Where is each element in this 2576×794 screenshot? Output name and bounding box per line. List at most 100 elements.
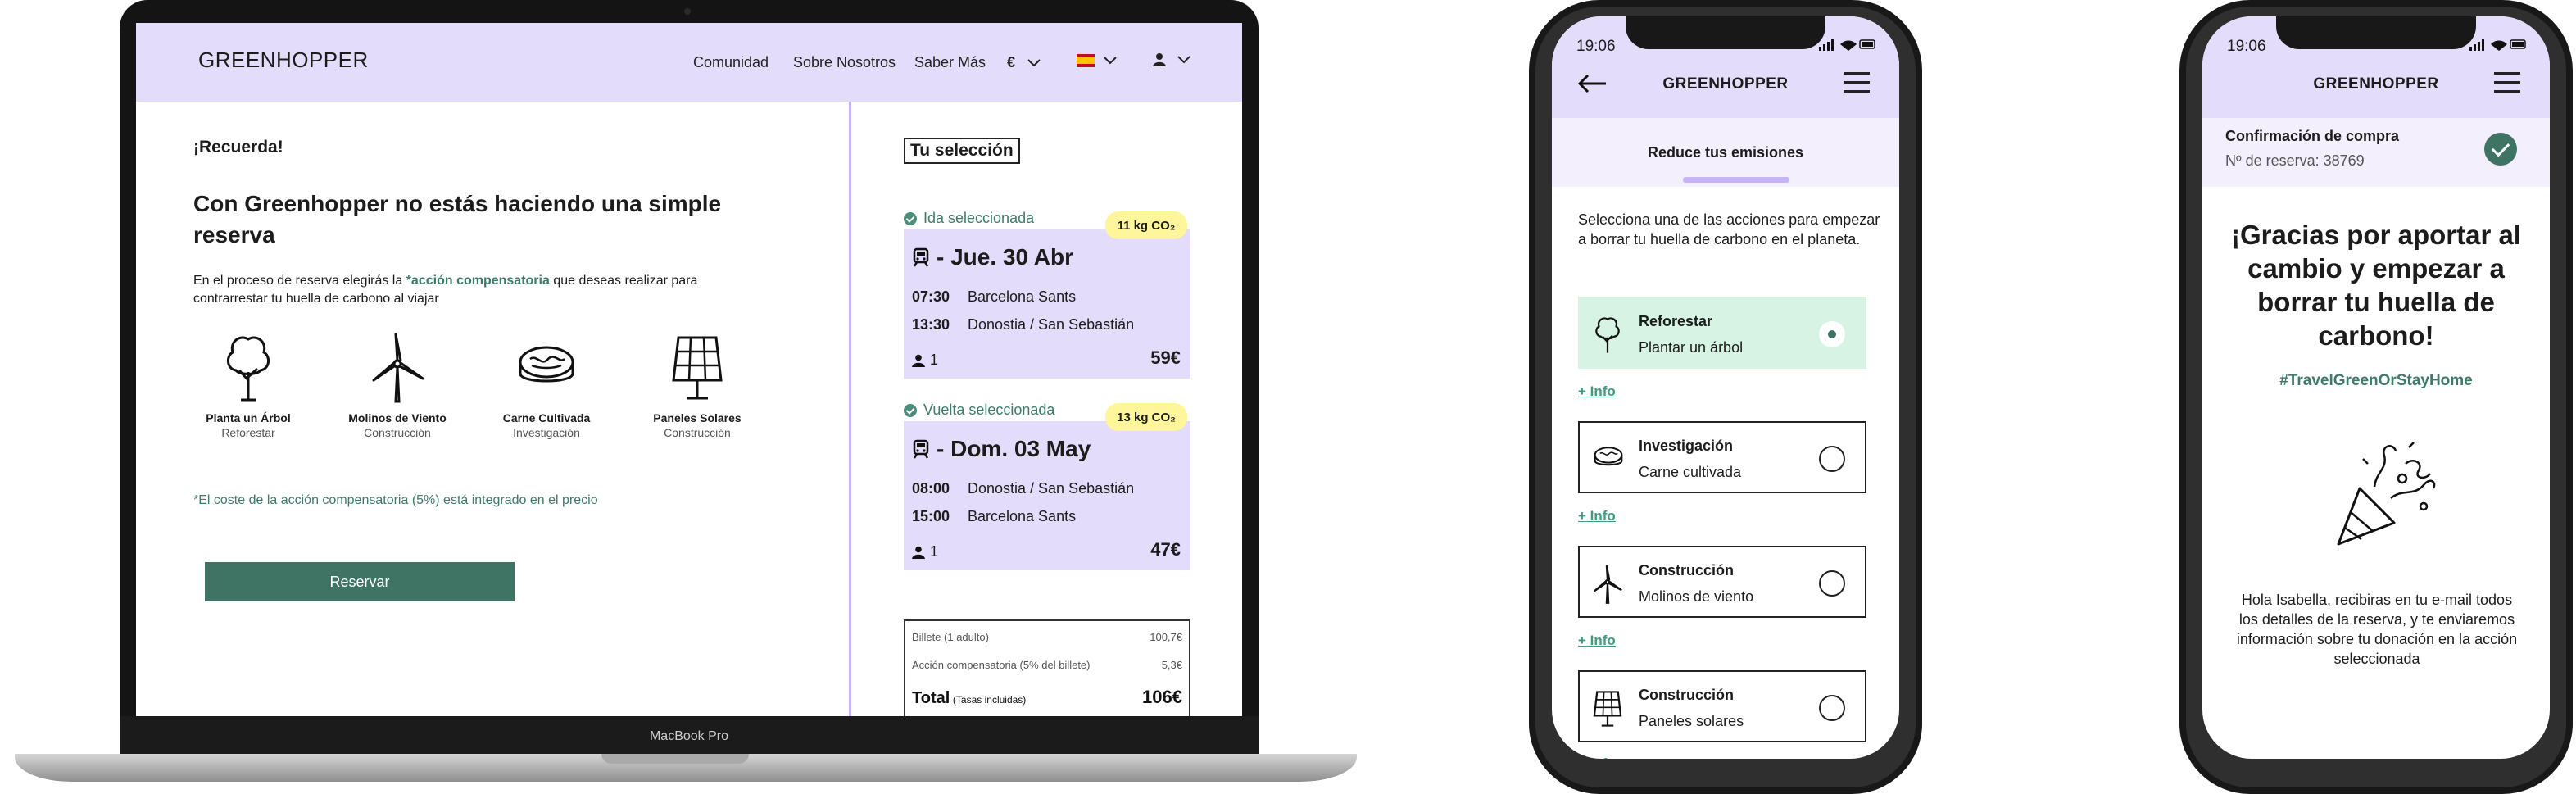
phone-screen-1: 19:06 GREENHOPPER Reduce tus emisiones S… (1552, 16, 1899, 759)
hashtag: #TravelGreenOrStayHome (2279, 372, 2473, 389)
trip-row: 13:30 Donostia / San Sebastián (912, 316, 1134, 333)
user-menu[interactable] (1152, 52, 1191, 67)
total-value: 106€ (1142, 687, 1182, 707)
trip-date: - Jue. 30 Abr (912, 244, 1073, 270)
spain-flag-icon (1077, 54, 1095, 67)
nav-sobre-nosotros[interactable]: Sobre Nosotros (793, 54, 896, 71)
chevron-down-icon (1027, 58, 1041, 66)
reservation-number: Nº de reserva: 38769 (2225, 152, 2365, 169)
option-subtitle: Plantar un árbol (1639, 339, 1744, 356)
action-title: Planta un Árbol (206, 411, 291, 424)
co2-badge: 13 kg CO₂ (1105, 403, 1187, 431)
phone-device-1: 19:06 GREENHOPPER Reduce tus emisiones S… (1529, 0, 1922, 794)
outbound-label-text: Ida seleccionada (923, 210, 1035, 226)
tree-icon (227, 336, 270, 402)
phone-notch (2276, 16, 2476, 49)
phone-screen-2: 19:06 GREENHOPPER Confirmación de compra… (2202, 16, 2550, 759)
tree-icon (1595, 317, 1620, 353)
summary-value: 100,7€ (1150, 631, 1182, 643)
option-paneles[interactable]: Construcción Paneles solares (1578, 670, 1866, 742)
option-investigacion[interactable]: Investigación Carne cultivada (1578, 421, 1866, 493)
phone-device-2: 19:06 GREENHOPPER Confirmación de compra… (2179, 0, 2573, 794)
action-subtitle: Construcción (364, 426, 431, 439)
chevron-down-icon (1177, 56, 1190, 64)
compensatory-action-link[interactable]: *acción compensatoria (406, 274, 550, 288)
menu-icon[interactable] (1844, 72, 1870, 93)
total-note: (Tasas incluidas) (952, 694, 1027, 706)
trip-time: 07:30 (912, 288, 950, 305)
option-subtitle: Molinos de viento (1639, 588, 1754, 605)
status-time: 19:06 (1576, 38, 1616, 55)
laptop-device: GREENHOPPER Comunidad Sobre Nosotros Sab… (120, 0, 1259, 760)
trip-date: - Dom. 03 May (912, 436, 1091, 462)
summary-row: Billete (1 adulto) 100,7€ (912, 631, 1182, 643)
status-icons (2469, 38, 2527, 54)
currency-selector[interactable]: € (1007, 54, 1041, 71)
option-title: Construcción (1639, 562, 1735, 578)
outbound-label: Ida seleccionada (904, 210, 1034, 227)
action-subtitle: Investigación (513, 426, 580, 439)
user-icon (912, 354, 925, 367)
reminder-heading: ¡Recuerda! (193, 138, 283, 157)
device-label: MacBook Pro (649, 729, 729, 743)
co2-badge: 11 kg CO₂ (1105, 211, 1187, 239)
confirmation-title: Confirmación de compra (2225, 128, 2400, 144)
trip-place: Donostia / San Sebastián (968, 480, 1135, 497)
status-icons (1819, 38, 1876, 54)
site-header: GREENHOPPER Comunidad Sobre Nosotros Sab… (136, 23, 1242, 102)
trip-date-text: - Dom. 03 May (937, 436, 1091, 461)
option-title: Reforestar (1639, 313, 1713, 329)
train-icon (913, 247, 929, 267)
option-subtitle: Paneles solares (1639, 713, 1744, 729)
status-indicators-icon (1819, 39, 1875, 51)
logo[interactable]: GREENHOPPER (198, 48, 369, 73)
more-info-link[interactable]: + Info (1578, 755, 1616, 759)
meat-icon (519, 346, 574, 383)
trip-place: Donostia / San Sebastián (968, 316, 1135, 333)
option-reforestar[interactable]: Reforestar Plantar un árbol (1578, 297, 1866, 369)
description-text: En el proceso de reserva elegirás la (193, 274, 406, 288)
chevron-down-icon (1104, 57, 1117, 65)
solar-panel-icon (672, 336, 723, 400)
return-card[interactable]: 13 kg CO₂ - Dom. 03 May 08:00 Donostia / … (904, 403, 1190, 570)
trip-price: 59€ (1150, 347, 1181, 368)
phone-notch (1626, 16, 1825, 49)
trip-row: 15:00 Barcelona Sants (912, 508, 1076, 525)
more-info-link[interactable]: + Info (1578, 508, 1616, 524)
passengers: 1 (912, 352, 938, 369)
main-content: ¡Recuerda! Con Greenhopper no estás haci… (136, 102, 849, 716)
trip-time: 15:00 (912, 508, 950, 524)
windmill-icon (1594, 565, 1622, 604)
radio-selected[interactable] (1819, 321, 1845, 347)
outbound-card[interactable]: 11 kg CO₂ - Jue. 30 Abr 07:30 Barcelona S… (904, 211, 1190, 379)
laptop-hinge-notch (601, 754, 749, 764)
train-icon (913, 439, 929, 459)
radio-unselected[interactable] (1819, 446, 1845, 472)
option-molinos[interactable]: Construcción Molinos de viento (1578, 546, 1866, 618)
description: En el proceso de reserva elegirás la *ac… (193, 272, 718, 308)
price-summary: Billete (1 adulto) 100,7€ Acción compensa… (904, 619, 1190, 716)
intro-text: Selecciona una de las acciones para empe… (1578, 211, 1880, 247)
passenger-count: 1 (930, 543, 939, 560)
camera-dot (684, 8, 691, 15)
meat-icon (1594, 447, 1623, 466)
nav-comunidad[interactable]: Comunidad (693, 54, 769, 71)
more-info-link[interactable]: + Info (1578, 383, 1616, 400)
language-selector[interactable] (1077, 54, 1118, 67)
menu-icon[interactable] (2494, 72, 2520, 93)
confirmation-bar: Confirmación de compra Nº de reserva: 38… (2202, 118, 2550, 187)
price-note: *El coste de la acción compensatoria (5%… (193, 493, 598, 507)
windmill-icon (372, 333, 424, 403)
summary-row: Acción compensatoria (5% del billete) 5,3… (912, 659, 1182, 671)
more-info-link[interactable]: + Info (1578, 633, 1616, 649)
check-icon (904, 403, 917, 417)
radio-unselected[interactable] (1819, 570, 1845, 597)
nav-saber-mas[interactable]: Saber Más (914, 54, 986, 71)
total-label: Total (Tasas incluidas) (912, 689, 1026, 708)
party-popper-icon (2337, 442, 2436, 546)
action-meat: Carne Cultivada Investigación (485, 331, 608, 439)
radio-unselected[interactable] (1819, 695, 1845, 721)
reserve-button[interactable]: Reservar (205, 562, 515, 601)
page-title: Con Greenhopper no estás haciendo una si… (193, 191, 722, 247)
laptop-screen: GREENHOPPER Comunidad Sobre Nosotros Sab… (136, 23, 1242, 716)
